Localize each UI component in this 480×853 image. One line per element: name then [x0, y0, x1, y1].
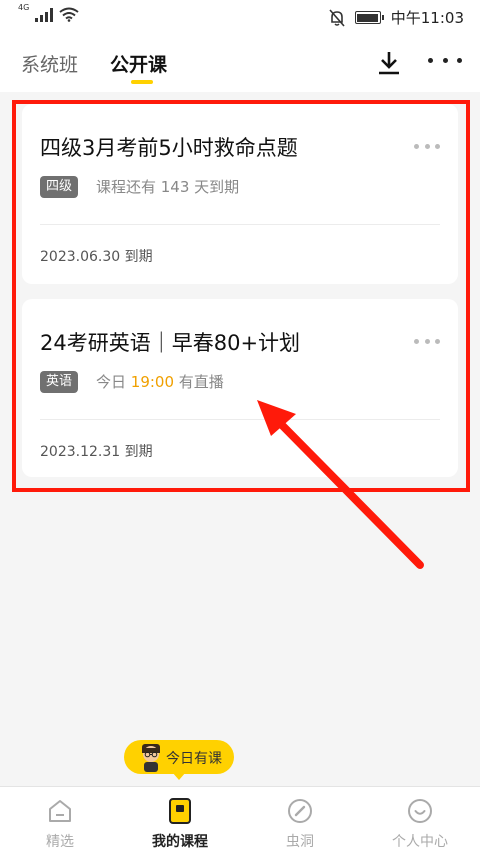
today-class-badge[interactable]: 今日有课	[124, 740, 234, 780]
nav-label: 我的课程	[152, 834, 208, 850]
nav-label: 精选	[46, 834, 74, 850]
nav-label: 个人中心	[392, 834, 448, 850]
compass-icon	[288, 799, 312, 823]
bottom-nav: 精选 我的课程 虫洞 个人中心	[0, 786, 480, 853]
smile-face-icon	[408, 799, 432, 823]
avatar-icon	[142, 744, 160, 772]
nav-item-featured[interactable]: 精选	[0, 787, 120, 853]
nav-item-profile[interactable]: 个人中心	[360, 787, 480, 853]
home-icon	[49, 800, 71, 822]
nav-item-wormhole[interactable]: 虫洞	[240, 787, 360, 853]
nav-label: 虫洞	[286, 834, 314, 850]
annotation-arrow	[257, 400, 424, 569]
my-courses-icon	[169, 798, 191, 824]
today-class-label: 今日有课	[166, 751, 222, 767]
nav-item-my-courses[interactable]: 我的课程	[120, 787, 240, 853]
